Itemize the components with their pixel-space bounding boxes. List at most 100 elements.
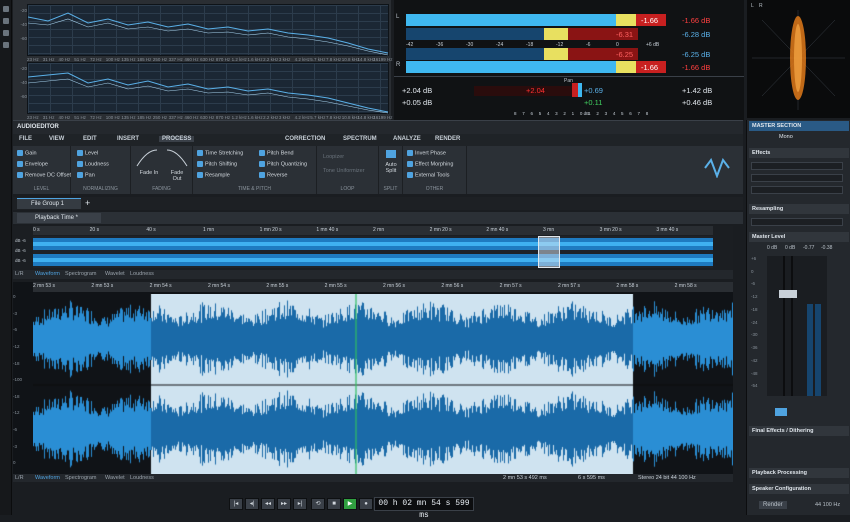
effect-slot-1[interactable] (751, 162, 843, 170)
rms-l-value: -6.31 (616, 30, 634, 39)
gain-button[interactable]: Gain (17, 150, 37, 156)
link-icon[interactable] (775, 408, 787, 416)
fade-in-button[interactable]: Fade In (139, 170, 159, 176)
norm-level-button[interactable]: Level (77, 150, 98, 156)
goto-start-button[interactable]: |◂ (229, 498, 243, 510)
effect-slot-3[interactable] (751, 186, 843, 194)
envelope-button[interactable]: Envelope (17, 161, 48, 167)
tab-view[interactable]: VIEW (49, 136, 64, 142)
meter-tick-label: -18 (526, 42, 534, 48)
pan-tick-label: 5 (621, 111, 624, 116)
add-file-group-button[interactable]: + (85, 198, 90, 208)
reverse-button[interactable]: Reverse (259, 172, 287, 178)
freq-tick-label: 51 Hz (74, 57, 86, 62)
prev-button[interactable]: ◂| (245, 498, 259, 510)
grid-icon[interactable] (2, 6, 9, 12)
tab-spectrogram[interactable]: Spectrogram (65, 475, 97, 481)
file-group-tab[interactable]: File Group 1 (17, 198, 81, 209)
freq-tick-label: 870 Hz (215, 57, 231, 62)
pan-tick-label: 1 (588, 111, 591, 116)
norm-loudness-button[interactable]: Loudness (77, 161, 109, 167)
forward-button[interactable]: ▸▸ (277, 498, 291, 510)
ov-tab-wavelet[interactable]: Wavelet (105, 271, 125, 277)
stop-button[interactable]: ■ (327, 498, 341, 510)
tab-waveform[interactable]: Waveform (35, 475, 60, 481)
freq-tick-label: 72 Hz (89, 57, 102, 62)
ribbon-split: Auto Split SPLIT (379, 146, 403, 194)
resampling-slot[interactable] (751, 218, 843, 226)
pan-tick-label: 1 (571, 111, 575, 116)
pan-tick-label: 3 (604, 111, 608, 116)
meter-bar-l (406, 14, 616, 26)
loopizer-button[interactable]: Loopizer (323, 154, 344, 160)
ov-tab-spectrogram[interactable]: Spectrogram (65, 271, 97, 277)
playback-time-tab[interactable]: Playback Time * (17, 213, 101, 223)
freq-tick-label: 1.6 kHz (247, 57, 263, 62)
record-button[interactable]: ● (359, 498, 373, 510)
time-stretching-button[interactable]: Time Stretching (197, 150, 243, 156)
ribbon-fading: Fade In Fade Out FADING (131, 146, 193, 194)
meter-bar-l-yellow (616, 14, 636, 26)
master-db-left: 0 dB (767, 245, 778, 251)
loop-button[interactable]: ⟲ (311, 498, 325, 510)
rewind-button[interactable]: ◂◂ (261, 498, 275, 510)
playback-processing-header[interactable]: Playback Processing (749, 468, 849, 478)
pitch-quantizing-button[interactable]: Pitch Quantizing (259, 161, 307, 167)
main-wave-tabs: L/R Waveform Spectrogram Wavelet Loudnes… (13, 474, 733, 482)
pan-left-1: +2.04 dB (402, 86, 433, 95)
window-icon[interactable] (2, 42, 9, 48)
tab-edit[interactable]: EDIT (83, 136, 97, 142)
tab-process[interactable]: PROCESS (159, 136, 195, 142)
master-meter-l (807, 304, 813, 396)
db-tick-label: -3 (13, 443, 18, 449)
overview-waveform[interactable] (33, 236, 713, 268)
norm-pan-button[interactable]: Pan (77, 172, 95, 178)
playback-tab-row: Playback Time * (13, 212, 743, 224)
meter-tick-label: -30 (466, 42, 474, 48)
tab-analyze[interactable]: ANALYZE (393, 136, 421, 142)
pan-left-2: +0.05 dB (402, 98, 433, 107)
settings-icon[interactable] (2, 30, 9, 36)
effects-header[interactable]: Effects (749, 148, 849, 158)
ov-db-label: dB -6 (15, 258, 26, 263)
speaker-config-header[interactable]: Speaker Configuration (749, 484, 849, 494)
plugin-icon[interactable] (2, 18, 9, 24)
tab-wavelet[interactable]: Wavelet (105, 475, 125, 481)
render-button[interactable]: Render (759, 501, 787, 509)
mono-button[interactable]: Mono (779, 134, 793, 140)
tab-spectrum[interactable]: SPECTRUM (343, 136, 377, 142)
tab-insert[interactable]: INSERT (117, 136, 139, 142)
goto-end-button[interactable]: ▸| (293, 498, 307, 510)
resample-button[interactable]: Resample (197, 172, 230, 178)
final-effects-header[interactable]: Final Effects / Dithering (749, 426, 849, 436)
fader-tick-label: -48 (751, 370, 758, 376)
main-waveform[interactable] (33, 294, 733, 477)
ov-tab-loudness[interactable]: Loudness (130, 271, 154, 277)
master-meter-r (815, 304, 821, 396)
external-tools-button[interactable]: External Tools (407, 172, 449, 178)
resampling-header[interactable]: Resampling (749, 204, 849, 214)
pitch-bend-button[interactable]: Pitch Bend (259, 150, 294, 156)
ruler-tick-label: 2 mn 58 s (674, 283, 697, 289)
l-db2-readout: -6.28 dB (682, 30, 711, 39)
ov-tab-waveform[interactable]: Waveform (35, 271, 60, 277)
fader-right[interactable] (787, 290, 797, 298)
overview-selection[interactable] (538, 236, 560, 268)
main-db-scale: 0 -3 -6 -12 -18 -100 -18 -12 -6 -3 0 (13, 294, 33, 477)
pitch-shifting-button[interactable]: Pitch Shifting (197, 161, 237, 167)
tone-uniformizer-button[interactable]: Tone Uniformizer (323, 168, 365, 174)
effect-slot-2[interactable] (751, 174, 843, 182)
effect-morphing-button[interactable]: Effect Morphing (407, 161, 453, 167)
db-tick-label: -100 (13, 377, 23, 383)
tab-correction[interactable]: CORRECTION (285, 136, 325, 142)
tab-file[interactable]: FILE (19, 136, 32, 142)
ruler-tick-label: 1 mn (203, 227, 215, 233)
fader-tick-label: -6 (751, 281, 756, 287)
fade-out-button[interactable]: Fade Out (167, 170, 187, 182)
play-button[interactable]: ▶ (343, 498, 357, 510)
tab-render[interactable]: RENDER (435, 136, 460, 142)
invert-phase-button[interactable]: Invert Phase (407, 150, 446, 156)
auto-split-button[interactable]: Auto Split (381, 162, 401, 174)
tab-loudness[interactable]: Loudness (130, 475, 154, 481)
remove-dc-button[interactable]: Remove DC Offset (17, 172, 71, 178)
